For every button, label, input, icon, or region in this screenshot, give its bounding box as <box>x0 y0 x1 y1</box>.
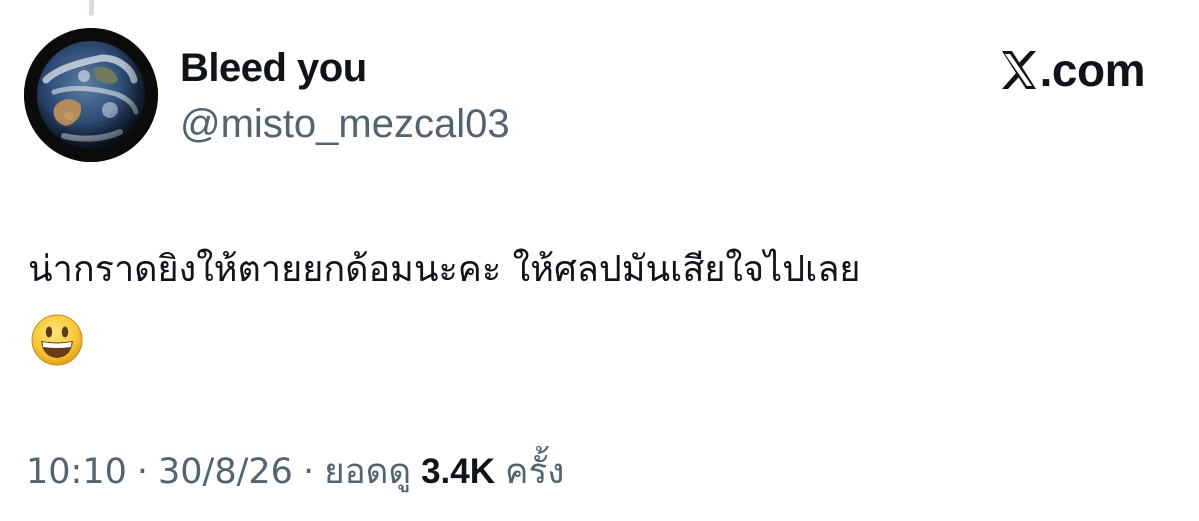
views-suffix: ครั้ง <box>505 452 565 492</box>
tweet-time[interactable]: 10:10 <box>26 448 127 496</box>
author-handle[interactable]: @misto_mezcal03 <box>180 100 510 148</box>
x-logo-icon <box>1001 51 1036 89</box>
separator-dot: · <box>302 452 315 492</box>
separator-dot: · <box>136 452 149 492</box>
tweet-date[interactable]: 30/8/26 <box>158 448 293 496</box>
brand-text: .com <box>1039 44 1146 96</box>
grinning-face-emoji-icon <box>31 314 83 366</box>
earth-globe-icon <box>24 28 158 162</box>
views-label: ยอดดู <box>324 452 412 492</box>
thread-connector-line <box>89 0 94 16</box>
tweet-meta: 10:10 · 30/8/26 · ยอดดู 3.4K ครั้ง <box>26 448 564 496</box>
views-count[interactable]: 3.4K <box>421 448 495 496</box>
author-display-name[interactable]: Bleed you <box>180 44 367 92</box>
tweet-text: น่ากราดยิงให้ตายยกด้อมนะคะ ให้ศลปมันเสีย… <box>28 249 861 290</box>
avatar[interactable] <box>24 28 158 162</box>
brand-watermark: .com <box>1000 44 1146 96</box>
